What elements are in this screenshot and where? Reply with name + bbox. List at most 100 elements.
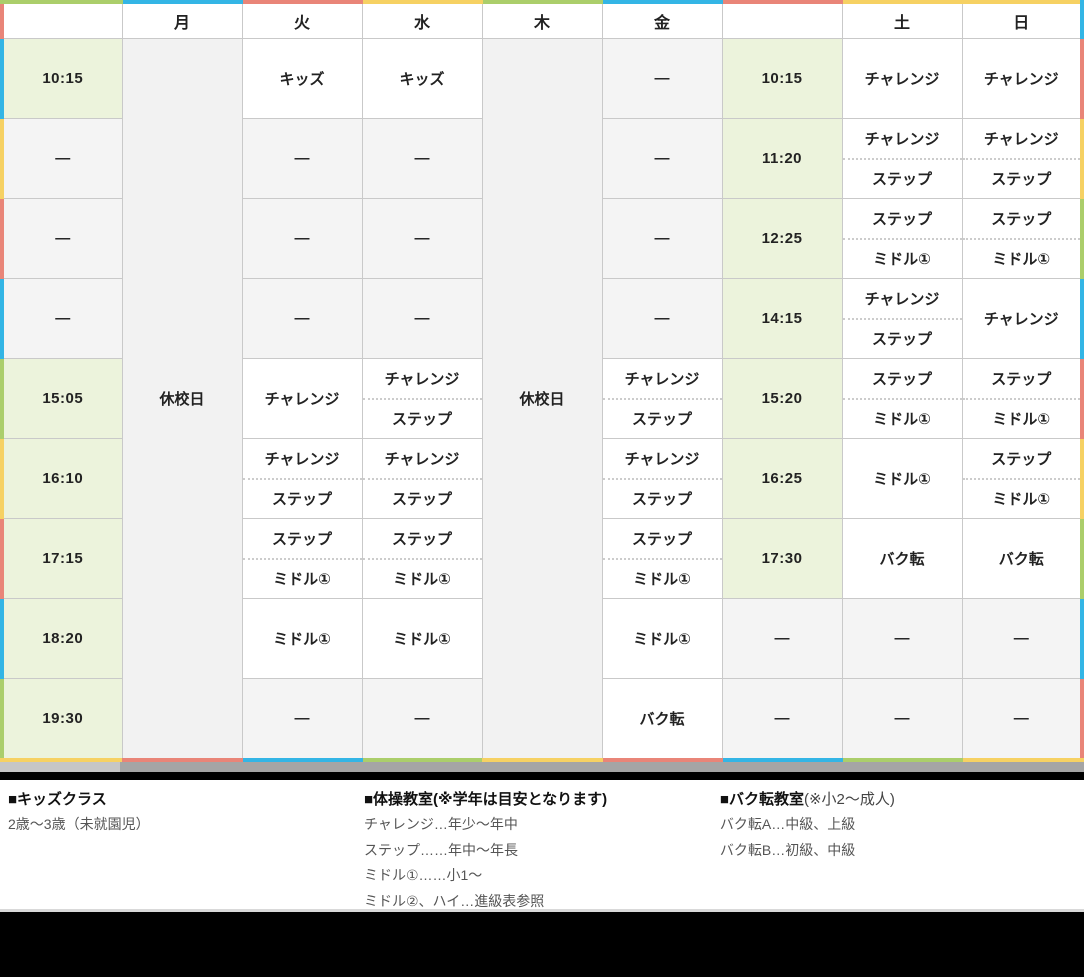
divider-band [0,772,1084,780]
legend-line: ミドル①……小1〜 [363,867,483,883]
cell-sun-row6: ステップミドル① [961,438,1084,519]
class-entry: チャレンジ [624,450,700,468]
day-header-sat: 土 [841,0,963,39]
class-entry: チャレンジ [624,370,700,388]
cell-mon-closed: 休校日 [121,38,243,762]
cell-weekend-time-row6: 16:25 [721,438,843,519]
cell-sat-row4: チャレンジ ステップ [841,278,963,359]
cell-wed-row5: チャレンジ ステップ [361,358,483,439]
schedule-table-area: 月火水木金土日 10:15 休校日 キッズ キッズ 休校日 —10:15 チャレンジ チャレン… [0,0,1084,762]
cell-weekend-time-row2: 11:20 [721,118,843,199]
split-cell-wrap: チャレンジ ステップ [963,120,1078,198]
cell-tue-row3: — [241,198,363,279]
class-entry: ミドル① [963,397,1078,438]
legend-backflip-title-text: ■バク転教室 [719,791,804,808]
cell-sat-row7: バク転 [841,518,963,599]
class-entry: チャレンジ [264,450,340,468]
class-entry: ミドル① [963,477,1078,518]
class-entry: ミドル① [843,397,961,438]
class-entry: ステップ [603,397,721,438]
split-cell-wrap: チャレンジ ステップ [363,360,481,438]
horizontal-scrollbar[interactable] [0,762,1084,772]
schedule-header: 月火水木金 土日 [0,0,1084,39]
legend-kids-title-text: ■キッズクラス [8,791,107,808]
class-entry: チャレンジ [384,370,460,388]
cell-tue-row5: チャレンジ [241,358,363,439]
cell-weekday-time-row4: — [0,278,123,359]
cell-fri-row3: — [601,198,723,279]
class-entry: ステップ [991,450,1052,468]
legend-line: ミドル②、ハイ…進級表参照 [363,892,545,909]
class-entry: ステップ [631,530,692,548]
class-entry: ステップ [991,210,1052,228]
legend-gym-lines: チャレンジ…年少〜年中 ステップ……年中〜年長 ミドル①……小1〜ミドル②、ハイ…進… [364,812,720,914]
cell-weekday-time-row7: 17:15 [0,518,123,599]
legend-section-gym: ■体操教室(※学年は目安となります) チャレンジ…年少〜年中 ステップ……年中〜年… [364,788,720,909]
cell-sat-row8: — [841,598,963,679]
cell-weekend-time-row1: 10:15 [721,38,843,119]
cell-weekday-time-row2: — [0,118,123,199]
class-entry: ステップ [363,477,481,518]
class-entry: ミドル① [243,557,361,598]
split-cell-wrap: チャレンジ ステップ [843,280,961,358]
cell-sat-row1: チャレンジ [841,38,963,119]
legend-line: バク転B…初級、中級 [719,841,856,858]
split-cell-wrap: ステップ ミドル① [843,360,961,438]
day-header-sun: 日 [961,0,1084,39]
cell-weekend-time-row5: 15:20 [721,358,843,439]
cell-sat-row9: — [841,678,963,762]
legend: ■キッズクラス 2歳〜3歳（未就園児） ■体操教室(※学年は目安となります) チ… [0,780,1084,912]
schedule-body: 10:15 休校日 キッズ キッズ 休校日 —10:15 チャレンジ チャレンジ — — — —11:… [0,38,1084,762]
cell-sat-row2: チャレンジ ステップ [841,118,963,199]
time-header-weekday-time [0,0,123,39]
cell-tue-row7: ステップミドル① [241,518,363,599]
day-header-thu: 木 [481,0,603,39]
cell-fri-row7: ステップミドル① [601,518,723,599]
class-entry: チャレンジ [983,130,1059,148]
legend-line: ステップ……年中〜年長 [363,841,518,858]
legend-kids-title: ■キッズクラス [8,788,364,812]
class-entry: チャレンジ [384,450,460,468]
legend-line: バク転A…中級、上級 [719,816,856,832]
cell-wed-row2: — [361,118,483,199]
class-entry: ステップ [843,157,961,198]
cell-weekday-time-row3: — [0,198,123,279]
page: 月火水木金土日 10:15 休校日 キッズ キッズ 休校日 —10:15 チャレンジ チャレン… [0,0,1084,977]
split-cell-wrap: チャレンジ ステップ [243,440,361,518]
class-entry: ステップ [603,477,721,518]
class-entry: ミドル① [603,557,721,598]
legend-backflip-title-suffix: (※小2〜成人) [803,791,895,808]
time-header-weekend-time [721,0,843,39]
cell-sun-row4: チャレンジ [961,278,1084,359]
cell-fri-row1: — [601,38,723,119]
class-entry: ミドル① [363,557,481,598]
cell-wed-row6: チャレンジ ステップ [361,438,483,519]
cell-sun-row9: — [961,678,1084,762]
cell-fri-row6: チャレンジ ステップ [601,438,723,519]
day-header-tue: 火 [241,0,363,39]
cell-sun-row7: バク転 [961,518,1084,599]
cell-sun-row8: — [961,598,1084,679]
split-cell-wrap: ステップミドル① [963,360,1078,438]
cell-tue-row9: — [241,678,363,762]
cell-weekend-time-row7: 17:30 [721,518,843,599]
class-entry: ミドル① [843,237,961,278]
split-cell-wrap: チャレンジ ステップ [603,360,721,438]
cell-fri-row8: ミドル① [601,598,723,679]
class-entry: ステップ [363,397,481,438]
cell-weekday-time-row1: 10:15 [0,38,123,119]
class-entry: ステップ [271,530,332,548]
footer-black-area [0,912,1084,977]
class-entry: ステップ [963,157,1078,198]
cell-tue-row1: キッズ [241,38,363,119]
split-cell-wrap: チャレンジ ステップ [843,120,961,198]
cell-sun-row5: ステップミドル① [961,358,1084,439]
horizontal-scrollbar-thumb[interactable] [120,762,1084,772]
class-entry: ステップ [991,370,1052,388]
cell-tue-row8: ミドル① [241,598,363,679]
split-cell-wrap: ステップミドル① [243,520,361,598]
cell-weekday-time-row9: 19:30 [0,678,123,762]
cell-weekend-time-row3: 12:25 [721,198,843,279]
cell-sat-row3: ステップ ミドル① [841,198,963,279]
legend-line: チャレンジ…年少〜年中 [363,816,518,832]
